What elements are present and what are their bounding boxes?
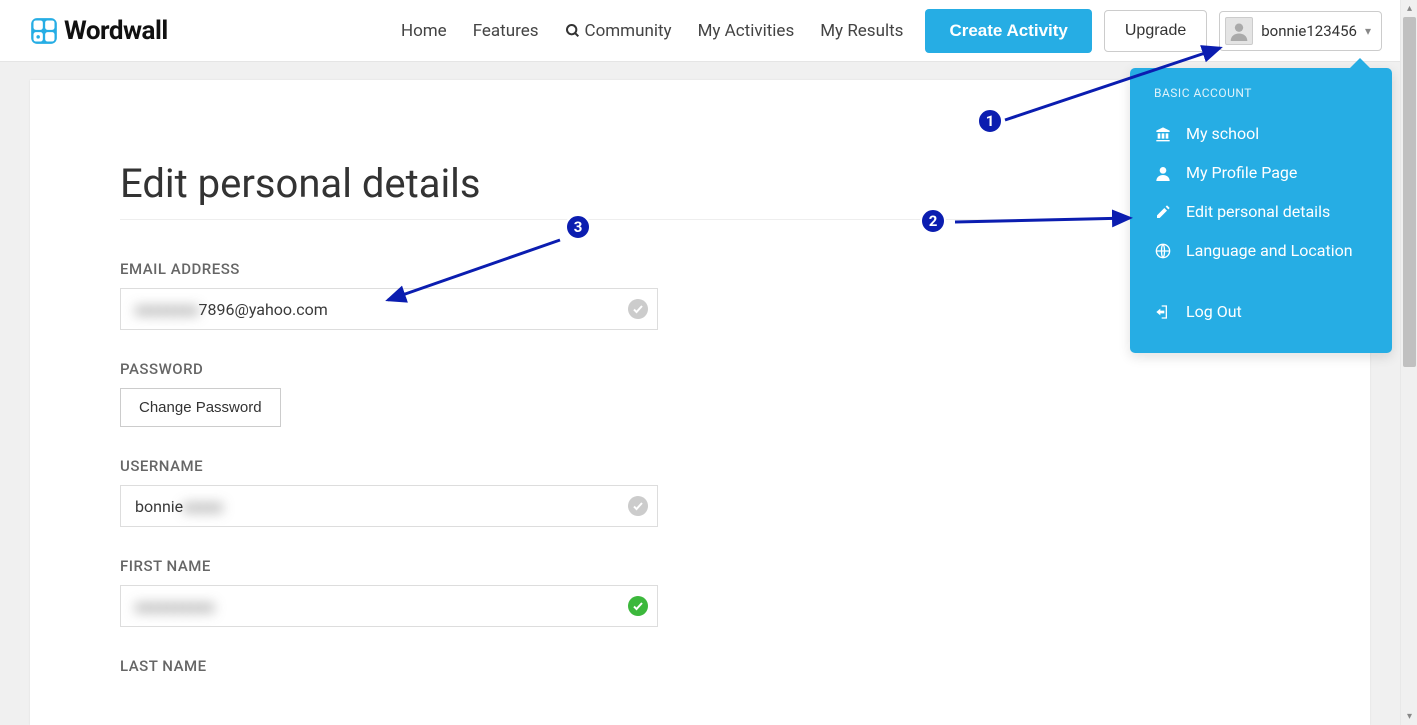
menu-label: My school — [1186, 124, 1259, 143]
email-label: EMAIL ADDRESS — [120, 260, 1280, 278]
edit-icon — [1154, 204, 1172, 220]
firstname-group: FIRST NAME xxxxxxxxxx — [120, 557, 1280, 627]
menu-label: Edit personal details — [1186, 202, 1330, 221]
main-header: Wordwall Home Features Community My Acti… — [0, 0, 1400, 62]
nav-community-label: Community — [585, 21, 672, 41]
chevron-down-icon: ▾ — [1365, 24, 1371, 38]
firstname-field[interactable]: xxxxxxxxxx — [120, 585, 658, 627]
check-icon — [628, 299, 648, 319]
lastname-label: LAST NAME — [120, 657, 1280, 675]
username-hidden-part: xxxxx — [183, 497, 223, 516]
username-label: bonnie123456 — [1261, 22, 1357, 40]
menu-language-location[interactable]: Language and Location — [1130, 231, 1392, 270]
email-visible-part: 7896@yahoo.com — [199, 300, 328, 319]
check-valid-icon — [628, 596, 648, 616]
check-icon — [628, 496, 648, 516]
nav-my-results[interactable]: My Results — [820, 21, 903, 41]
logout-icon — [1154, 304, 1172, 320]
wordwall-logo-icon — [30, 17, 58, 45]
lastname-group: LAST NAME — [120, 657, 1280, 675]
nav-home[interactable]: Home — [401, 21, 447, 41]
nav-my-activities[interactable]: My Activities — [698, 21, 795, 41]
user-menu-trigger[interactable]: bonnie123456 ▾ — [1219, 11, 1382, 51]
change-password-button[interactable]: Change Password — [120, 388, 281, 427]
vertical-scrollbar[interactable]: ▴ ▾ — [1400, 0, 1417, 725]
main-nav: Home Features Community My Activities My… — [401, 21, 904, 41]
menu-my-school[interactable]: My school — [1130, 114, 1392, 153]
brand-name: Wordwall — [64, 16, 168, 46]
email-field[interactable]: xxxxxxxx 7896@yahoo.com — [120, 288, 658, 330]
user-dropdown: BASIC ACCOUNT My school My Profile Page … — [1130, 68, 1392, 353]
username-label-field: USERNAME — [120, 457, 1280, 475]
upgrade-button[interactable]: Upgrade — [1104, 10, 1207, 52]
avatar — [1225, 17, 1253, 45]
menu-label: Language and Location — [1186, 241, 1353, 260]
username-group: USERNAME bonnie xxxxx — [120, 457, 1280, 527]
nav-features[interactable]: Features — [473, 21, 539, 41]
menu-label: My Profile Page — [1186, 163, 1297, 182]
username-field[interactable]: bonnie xxxxx — [120, 485, 658, 527]
menu-profile-page[interactable]: My Profile Page — [1130, 153, 1392, 192]
menu-label: Log Out — [1186, 302, 1242, 321]
scroll-down-icon[interactable]: ▾ — [1401, 708, 1417, 725]
create-activity-button[interactable]: Create Activity — [925, 9, 1091, 53]
menu-log-out[interactable]: Log Out — [1130, 292, 1392, 331]
password-group: PASSWORD Change Password — [120, 360, 1280, 427]
username-visible-part: bonnie — [135, 497, 183, 516]
menu-edit-personal-details[interactable]: Edit personal details — [1130, 192, 1392, 231]
scroll-up-icon[interactable]: ▴ — [1401, 0, 1417, 17]
email-group: EMAIL ADDRESS xxxxxxxx 7896@yahoo.com — [120, 260, 1280, 330]
globe-icon — [1154, 243, 1172, 259]
firstname-label: FIRST NAME — [120, 557, 1280, 575]
brand-logo[interactable]: Wordwall — [30, 16, 168, 46]
firstname-hidden-part: xxxxxxxxxx — [135, 597, 214, 616]
nav-community[interactable]: Community — [565, 21, 672, 41]
scroll-thumb[interactable] — [1403, 17, 1416, 367]
email-hidden-part: xxxxxxxx — [135, 300, 199, 319]
school-icon — [1154, 126, 1172, 142]
password-label: PASSWORD — [120, 360, 1280, 378]
page-title: Edit personal details — [120, 160, 1280, 220]
user-icon — [1154, 165, 1172, 181]
search-icon — [565, 23, 581, 39]
account-type-label: BASIC ACCOUNT — [1130, 86, 1392, 114]
